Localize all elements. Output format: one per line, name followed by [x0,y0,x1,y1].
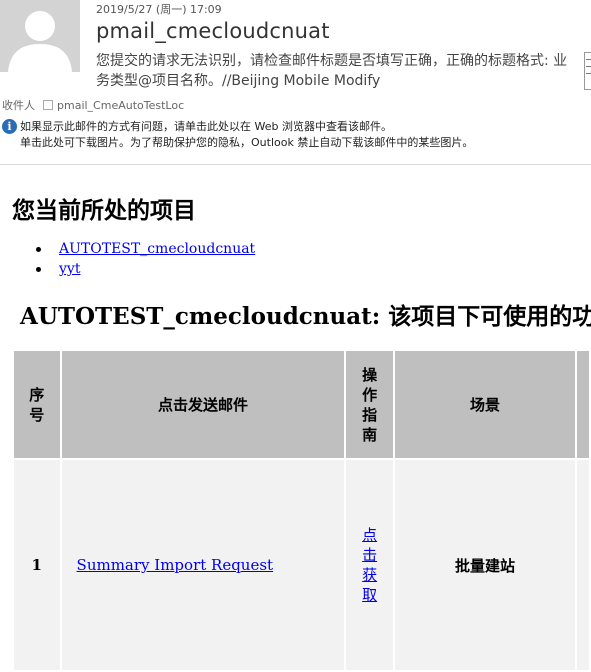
message-subject: 您提交的请求无法识别，请检查邮件标题是否填写正确，正确的标题格式: 业务类型@项… [96,53,568,89]
functions-table: 序号 点击发送邮件 操作指南 场景 1 Summary Import Reque… [12,349,591,672]
bullet-icon [36,247,41,252]
list-item: yyt [0,259,255,279]
message-header: 2019/5/27 (周一) 17:09 pmail_cmecloudcnuat… [0,0,591,164]
cell-index: 1 [14,460,60,670]
bullet-icon [36,267,41,272]
info-icon: i [2,119,17,134]
table-header-row: 序号 点击发送邮件 操作指南 场景 [14,351,589,458]
message-body: 您当前所处的项目 AUTOTEST_cmecloudcnuat yyt AUTO… [0,165,591,670]
project-list: AUTOTEST_cmecloudcnuat yyt [0,239,255,279]
col-header-index: 序号 [14,351,60,458]
cell-guide: 点击获取 [346,460,393,670]
list-item: AUTOTEST_cmecloudcnuat [0,239,255,259]
cell-send-mail: Summary Import Request [61,460,345,670]
table-row: 1 Summary Import Request 点击获取 批量建站 [14,460,589,670]
sender-name[interactable]: pmail_cmecloudcnuat [96,19,330,43]
guide-link[interactable]: 点击获取 [361,525,379,605]
recipient-name[interactable]: pmail_CmeAutoTestLoc [57,99,184,112]
recipients-label: 收件人 [2,99,35,112]
message-date: 2019/5/27 (周一) 17:09 [96,3,222,16]
avatar-icon [0,0,80,72]
current-project-heading: 您当前所处的项目 [12,197,196,224]
notice-download-pictures[interactable]: 单击此处可下载图片。为了帮助保护您的隐私，Outlook 禁止自动下载该邮件中的… [20,134,473,151]
recipient-checkbox-icon [43,100,53,110]
functions-heading: AUTOTEST_cmecloudcnuat: 该项目下可使用的功能 [20,303,591,330]
project-link[interactable]: yyt [59,261,80,277]
notice-view-in-browser[interactable]: 如果显示此邮件的方式有问题，请单击此处以在 Web 浏览器中查看该邮件。 [20,118,392,135]
col-header-scenario: 场景 [394,351,576,458]
recipients-line: 收件人 pmail_CmeAutoTestLoc [2,97,184,113]
cell-extra [577,460,589,670]
cell-scenario: 批量建站 [394,460,576,670]
subject-scrollbar[interactable] [584,52,591,90]
col-header-send-mail: 点击发送邮件 [61,351,345,458]
col-header-guide: 操作指南 [346,351,393,458]
col-header-extra [577,351,589,458]
project-link[interactable]: AUTOTEST_cmecloudcnuat [59,241,255,257]
send-mail-link[interactable]: Summary Import Request [77,556,274,574]
